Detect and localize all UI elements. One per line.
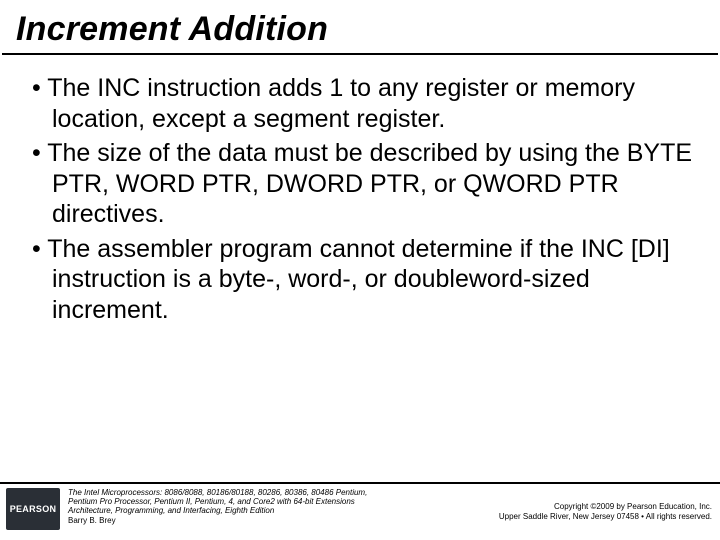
footer-line: Pentium Pro Processor, Pentium II, Penti… [68,497,491,506]
list-item: The assembler program cannot determine i… [24,234,696,326]
copyright-line: Upper Saddle River, New Jersey 07458 • A… [499,512,712,522]
copyright-line: Copyright ©2009 by Pearson Education, In… [499,502,712,512]
slide: Increment Addition The INC instruction a… [0,0,720,540]
footer-copyright: Copyright ©2009 by Pearson Education, In… [499,488,712,521]
list-item: The size of the data must be described b… [24,138,696,230]
pearson-logo: PEARSON [6,488,60,530]
bullet-list: The INC instruction adds 1 to any regist… [24,73,696,325]
slide-title: Increment Addition [0,0,720,51]
footer-author: Barry B. Brey [68,516,491,525]
footer: PEARSON The Intel Microprocessors: 8086/… [0,482,720,540]
footer-citation: The Intel Microprocessors: 8086/8088, 80… [68,488,491,525]
list-item: The INC instruction adds 1 to any regist… [24,73,696,134]
slide-body: The INC instruction adds 1 to any regist… [0,55,720,325]
footer-line: The Intel Microprocessors: 8086/8088, 80… [68,488,491,497]
footer-line: Architecture, Programming, and Interfaci… [68,506,491,515]
